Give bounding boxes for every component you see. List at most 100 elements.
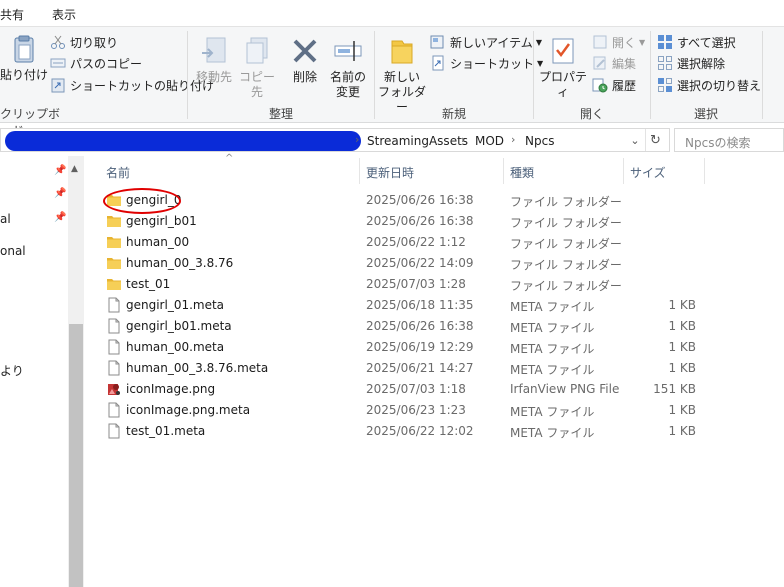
file-icon	[106, 339, 122, 355]
move-to-icon	[202, 37, 226, 63]
history-label: 履歴	[612, 78, 637, 93]
file-type: ファイル フォルダー	[510, 237, 622, 251]
edit-button[interactable]: 編集	[592, 53, 636, 73]
nav-item[interactable]: onal	[0, 244, 26, 258]
invert-selection-button[interactable]: 選択の切り替え	[657, 75, 761, 95]
nav-item[interactable]: al	[0, 212, 11, 226]
file-name[interactable]: gengirl_b01	[126, 214, 197, 228]
file-date: 2025/06/19 12:29	[366, 340, 474, 354]
move-to-label: 移動先	[195, 70, 232, 84]
file-row[interactable]: gengirl_0 2025/06/26 16:38 ファイル フォルダー	[100, 190, 704, 211]
file-size: 1 KB	[668, 319, 696, 333]
properties-icon	[552, 38, 574, 64]
scissors-icon	[51, 35, 65, 49]
move-to-button[interactable]: 移動先	[192, 35, 236, 85]
copy-to-button[interactable]: コピー先	[235, 35, 279, 100]
refresh-icon[interactable]: ↻	[645, 129, 665, 151]
file-name[interactable]: gengirl_01.meta	[126, 298, 224, 312]
nav-scrollbar-thumb[interactable]	[69, 324, 83, 587]
select-none-label: 選択解除	[677, 56, 726, 71]
select-none-button[interactable]: 選択解除	[657, 53, 725, 73]
new-folder-button[interactable]: 新しい フォルダー	[378, 35, 426, 115]
copy-to-label: コピー先	[238, 70, 275, 99]
folder-icon	[106, 234, 122, 250]
ribbon: 貼り付け 切り取り パスのコピー ショートカットの貼り付け クリップボード 移動…	[0, 26, 784, 138]
select-all-button[interactable]: すべて選択	[657, 32, 736, 52]
column-header-size[interactable]: サイズ	[624, 156, 704, 184]
column-header-type[interactable]: 種類	[504, 156, 622, 184]
file-name[interactable]: gengirl_b01.meta	[126, 319, 232, 333]
history-button[interactable]: 履歴	[592, 75, 636, 95]
navigation-pane: 📌 📌 al 📌 onal より ▲	[0, 156, 84, 587]
file-name[interactable]: human_00.meta	[126, 340, 224, 354]
address-bar[interactable]: › StreamingAssets › MOD › Npcs ⌄ ↻	[0, 128, 670, 152]
file-row[interactable]: gengirl_b01 2025/06/26 16:38 ファイル フォルダー	[100, 211, 704, 232]
open-label: 開く	[612, 35, 637, 50]
tab-view[interactable]: 表示	[52, 6, 76, 23]
select-none-icon	[658, 56, 672, 70]
shortcut-label: ショートカット	[450, 56, 535, 71]
delete-label: 削除	[292, 70, 317, 84]
file-row[interactable]: human_00_3.8.76.meta 2025/06/21 14:27 META…	[100, 358, 704, 379]
file-name[interactable]: iconImage.png.meta	[126, 403, 250, 417]
cut-button[interactable]: 切り取り	[50, 32, 118, 52]
shortcut-button[interactable]: ショートカット ▼	[430, 53, 543, 73]
pin-icon[interactable]: 📌	[54, 212, 66, 223]
paste-shortcut-button[interactable]: ショートカットの貼り付け	[50, 75, 214, 95]
file-row[interactable]: test_01 2025/07/03 1:28 ファイル フォルダー	[100, 274, 704, 295]
new-item-button[interactable]: 新しいアイテム ▼	[430, 32, 542, 52]
file-date: 2025/06/22 12:02	[366, 424, 474, 438]
file-row[interactable]: human_00 2025/06/22 1:12 ファイル フォルダー	[100, 232, 704, 253]
file-row[interactable]: iconImage.png.meta 2025/06/23 1:23 META ファ…	[100, 400, 704, 421]
pin-icon[interactable]: 📌	[54, 165, 66, 176]
copy-to-icon	[246, 37, 268, 64]
select-all-label: すべて選択	[677, 35, 736, 50]
file-row[interactable]: test_01.meta 2025/06/22 12:02 META ファイル 1 K…	[100, 421, 704, 442]
group-divider	[650, 31, 651, 119]
file-icon	[106, 318, 122, 334]
file-name[interactable]: human_00_3.8.76.meta	[126, 361, 268, 375]
file-row[interactable]: iconImage.png 2025/07/03 1:18 IrfanView PN…	[100, 379, 704, 400]
folder-icon	[106, 213, 122, 229]
file-name[interactable]: test_01	[126, 277, 170, 291]
file-name[interactable]: test_01.meta	[126, 424, 205, 438]
shortcut-icon	[432, 55, 444, 71]
file-type: ファイル フォルダー	[510, 279, 622, 293]
paste-shortcut-icon	[51, 78, 65, 93]
breadcrumb-separator-icon: ›	[461, 133, 466, 146]
file-row[interactable]: human_00_3.8.76 2025/06/22 14:09 ファイル フォルダ…	[100, 253, 704, 274]
file-type: ファイル フォルダー	[510, 216, 622, 230]
file-name[interactable]: iconImage.png	[126, 382, 215, 396]
file-row[interactable]: gengirl_b01.meta 2025/06/26 16:38 META ファイ…	[100, 316, 704, 337]
file-name[interactable]: human_00	[126, 235, 189, 249]
copy-path-label: パスのコピー	[70, 56, 143, 71]
file-date: 2025/06/26 16:38	[366, 319, 474, 333]
breadcrumb-mod[interactable]: MOD	[475, 134, 504, 148]
file-row[interactable]: human_00.meta 2025/06/19 12:29 META ファイル 1 …	[100, 337, 704, 358]
file-name[interactable]: human_00_3.8.76	[126, 256, 233, 270]
breadcrumb-streamingassets[interactable]: StreamingAssets	[367, 134, 468, 148]
column-divider[interactable]	[704, 158, 705, 184]
group-divider	[762, 31, 763, 119]
file-size: 1 KB	[668, 424, 696, 438]
copy-path-button[interactable]: パスのコピー	[50, 53, 142, 73]
file-icon	[106, 297, 122, 313]
column-header-name[interactable]: 名前	[100, 156, 358, 184]
tab-share[interactable]: 共有	[0, 6, 24, 23]
rename-button[interactable]: 名前の 変更	[327, 35, 369, 100]
column-header-date[interactable]: 更新日時	[360, 156, 502, 184]
breadcrumb-npcs[interactable]: Npcs	[525, 134, 554, 148]
file-row[interactable]: gengirl_01.meta 2025/06/18 11:35 META ファイル…	[100, 295, 704, 316]
properties-button[interactable]: プロパティ	[538, 35, 588, 100]
search-box[interactable]: Npcsの検索	[674, 128, 784, 152]
nav-scrollbar[interactable]: ▲	[68, 156, 84, 587]
select-all-icon	[658, 35, 672, 49]
scroll-up-arrow-icon[interactable]: ▲	[71, 164, 78, 174]
delete-button[interactable]: 削除	[285, 35, 325, 85]
nav-item[interactable]: より	[0, 362, 24, 379]
pin-icon[interactable]: 📌	[54, 188, 66, 199]
open-button[interactable]: 開く ▼	[592, 32, 645, 52]
paste-button[interactable]: 貼り付け	[0, 33, 48, 83]
address-history-dropdown[interactable]: ⌄	[625, 129, 645, 151]
file-size: 1 KB	[668, 403, 696, 417]
